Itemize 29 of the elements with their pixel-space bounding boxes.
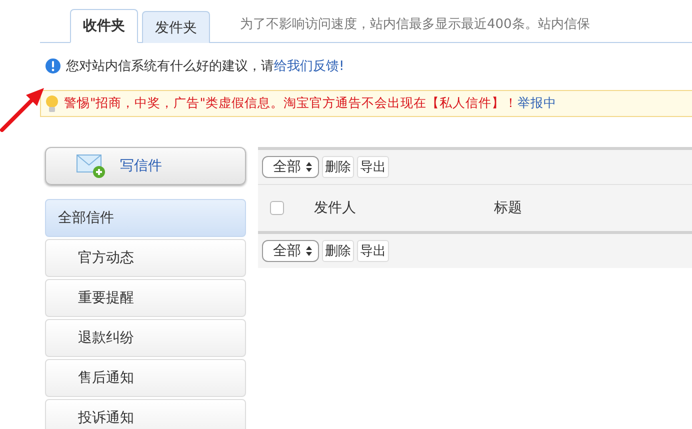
info-icon bbox=[45, 58, 61, 74]
lightbulb-icon bbox=[45, 94, 59, 112]
updown-icon bbox=[306, 162, 312, 172]
folder-item[interactable]: 投诉通知 bbox=[45, 399, 246, 429]
envelope-plus-icon bbox=[76, 153, 106, 179]
toolbar-button[interactable]: 导出 bbox=[357, 156, 389, 178]
toolbar-button[interactable]: 删除 bbox=[322, 156, 354, 178]
tab[interactable]: 收件夹 bbox=[70, 9, 138, 43]
folder-item[interactable]: 全部信件 bbox=[45, 199, 246, 237]
report-link[interactable]: 举报中 bbox=[518, 95, 556, 110]
folder-item[interactable]: 重要提醒 bbox=[45, 279, 246, 317]
filter-select[interactable]: 全部 bbox=[262, 156, 319, 178]
column-header: 发件人 bbox=[314, 199, 357, 217]
toolbar-button[interactable]: 导出 bbox=[357, 240, 389, 262]
tab-note: 为了不影响访问速度，站内信最多显示最近400条。站内信保 bbox=[240, 16, 590, 33]
filter-select[interactable]: 全部 bbox=[262, 240, 319, 262]
folder-item[interactable]: 退款纠纷 bbox=[45, 319, 246, 357]
select-all-checkbox[interactable] bbox=[270, 201, 284, 215]
toolbar-button[interactable]: 删除 bbox=[322, 240, 354, 262]
feedback-link[interactable]: 给我们反馈! bbox=[274, 59, 344, 74]
compose-button[interactable]: 写信件 bbox=[45, 147, 246, 185]
column-header: 标题 bbox=[494, 199, 522, 217]
updown-icon bbox=[306, 246, 312, 256]
feedback-text: 您对站内信系统有什么好的建议，请给我们反馈! bbox=[66, 58, 344, 75]
arrow-drawing bbox=[0, 86, 46, 132]
tab[interactable]: 发件夹 bbox=[142, 11, 210, 43]
warning-text: 警惕"招商，中奖，广告"类虚假信息。淘宝官方通告不会出现在【私人信件】！举报中 bbox=[64, 95, 556, 112]
folder-item[interactable]: 官方动态 bbox=[45, 239, 246, 277]
folder-item[interactable]: 售后通知 bbox=[45, 359, 246, 397]
